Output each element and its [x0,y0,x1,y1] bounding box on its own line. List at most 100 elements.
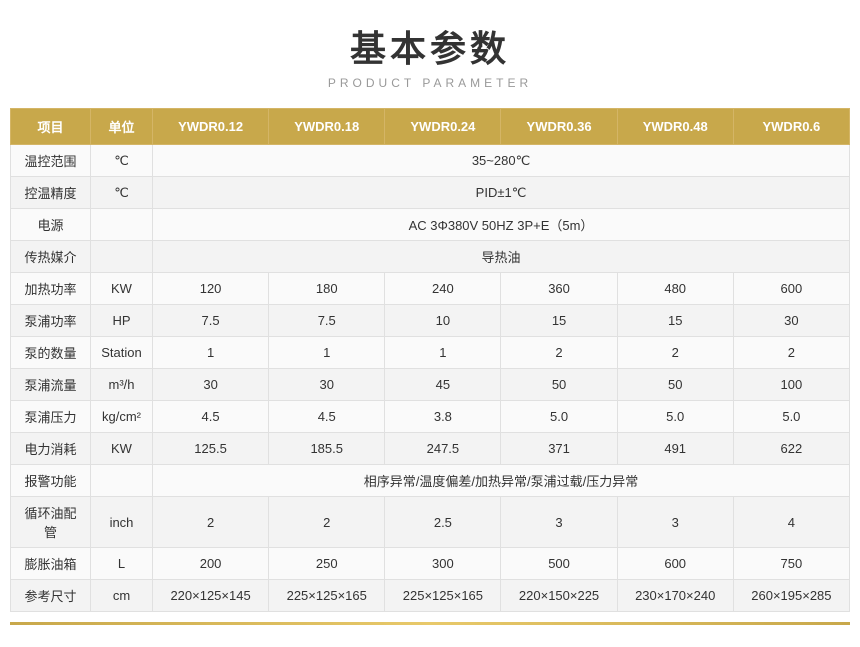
row-value-0: 120 [153,273,269,305]
col-header-3: YWDR0.18 [269,109,385,145]
row-value-0: 4.5 [153,401,269,433]
row-value-1: 225×125×165 [269,580,385,612]
col-header-1: 单位 [91,109,153,145]
row-value-2: 225×125×165 [385,580,501,612]
row-unit [91,241,153,273]
row-value-3: 2 [501,337,617,369]
row-unit: m³/h [91,369,153,401]
row-label: 控温精度 [11,177,91,209]
row-value-5: 5.0 [733,401,849,433]
row-value-5: 100 [733,369,849,401]
row-value-3: 500 [501,548,617,580]
row-unit [91,209,153,241]
table-row: 循环油配管inch222.5334 [11,497,850,548]
col-header-6: YWDR0.48 [617,109,733,145]
row-value-1: 180 [269,273,385,305]
table-row: 泵浦压力kg/cm²4.54.53.85.05.05.0 [11,401,850,433]
row-unit: ℃ [91,145,153,177]
row-value-2: 45 [385,369,501,401]
bottom-line [10,622,850,625]
table-body: 温控范围℃35~280℃控温精度℃PID±1℃电源AC 3Φ380V 50HZ … [11,145,850,612]
row-unit: kg/cm² [91,401,153,433]
row-value-4: 5.0 [617,401,733,433]
row-value-3: 220×150×225 [501,580,617,612]
row-label: 泵浦压力 [11,401,91,433]
row-value-1: 1 [269,337,385,369]
row-value-5: 260×195×285 [733,580,849,612]
table-row: 膨胀油箱L200250300500600750 [11,548,850,580]
row-unit: ℃ [91,177,153,209]
row-label: 加热功率 [11,273,91,305]
row-unit [91,465,153,497]
row-value-3: 50 [501,369,617,401]
row-value-5: 30 [733,305,849,337]
table-row: 传热媒介 导热油 [11,241,850,273]
table-header-row: 项目单位YWDR0.12YWDR0.18YWDR0.24YWDR0.36YWDR… [11,109,850,145]
row-value-3: 3 [501,497,617,548]
row-value-1: 250 [269,548,385,580]
row-label: 膨胀油箱 [11,548,91,580]
col-header-4: YWDR0.24 [385,109,501,145]
row-value-4: 600 [617,548,733,580]
col-header-0: 项目 [11,109,91,145]
row-value-5: 750 [733,548,849,580]
table-row: 报警功能 相序异常/温度偏差/加热异常/泵浦过载/压力异常 [11,465,850,497]
table-row: 加热功率KW120180240360480600 [11,273,850,305]
main-title: 基本参数 [328,20,532,72]
row-span-value: 导热油 [153,241,850,273]
row-value-0: 7.5 [153,305,269,337]
row-value-3: 15 [501,305,617,337]
row-value-4: 15 [617,305,733,337]
row-unit: HP [91,305,153,337]
row-value-1: 185.5 [269,433,385,465]
row-value-0: 2 [153,497,269,548]
row-value-4: 50 [617,369,733,401]
row-label: 电力消耗 [11,433,91,465]
parameter-table: 项目单位YWDR0.12YWDR0.18YWDR0.24YWDR0.36YWDR… [10,108,850,612]
table-row: 泵浦功率HP7.57.510151530 [11,305,850,337]
row-value-2: 300 [385,548,501,580]
row-unit: Station [91,337,153,369]
row-value-0: 220×125×145 [153,580,269,612]
table-wrapper: 项目单位YWDR0.12YWDR0.18YWDR0.24YWDR0.36YWDR… [10,108,850,612]
row-value-2: 3.8 [385,401,501,433]
row-value-3: 371 [501,433,617,465]
row-value-2: 10 [385,305,501,337]
sub-title: PRODUCT PARAMETER [328,76,532,90]
row-unit: inch [91,497,153,548]
title-section: 基本参数 PRODUCT PARAMETER [328,20,532,90]
row-value-0: 1 [153,337,269,369]
row-unit: KW [91,273,153,305]
row-value-3: 360 [501,273,617,305]
row-label: 传热媒介 [11,241,91,273]
table-row: 电源 AC 3Φ380V 50HZ 3P+E（5m） [11,209,850,241]
table-row: 泵的数量Station111222 [11,337,850,369]
row-value-5: 4 [733,497,849,548]
row-unit: cm [91,580,153,612]
row-value-1: 4.5 [269,401,385,433]
row-value-0: 125.5 [153,433,269,465]
row-unit: L [91,548,153,580]
row-label: 电源 [11,209,91,241]
row-value-5: 600 [733,273,849,305]
row-value-2: 247.5 [385,433,501,465]
row-value-4: 230×170×240 [617,580,733,612]
table-row: 泵浦流量m³/h3030455050100 [11,369,850,401]
col-header-7: YWDR0.6 [733,109,849,145]
row-span-value: AC 3Φ380V 50HZ 3P+E（5m） [153,209,850,241]
table-row: 参考尺寸cm220×125×145225×125×165225×125×1652… [11,580,850,612]
row-span-value: 35~280℃ [153,145,850,177]
row-span-value: 相序异常/温度偏差/加热异常/泵浦过载/压力异常 [153,465,850,497]
row-label: 温控范围 [11,145,91,177]
row-label: 参考尺寸 [11,580,91,612]
row-value-2: 1 [385,337,501,369]
row-label: 报警功能 [11,465,91,497]
row-value-5: 2 [733,337,849,369]
table-row: 温控范围℃35~280℃ [11,145,850,177]
row-value-4: 2 [617,337,733,369]
table-row: 电力消耗KW125.5185.5247.5371491622 [11,433,850,465]
row-value-1: 7.5 [269,305,385,337]
row-value-2: 2.5 [385,497,501,548]
row-value-0: 200 [153,548,269,580]
row-span-value: PID±1℃ [153,177,850,209]
